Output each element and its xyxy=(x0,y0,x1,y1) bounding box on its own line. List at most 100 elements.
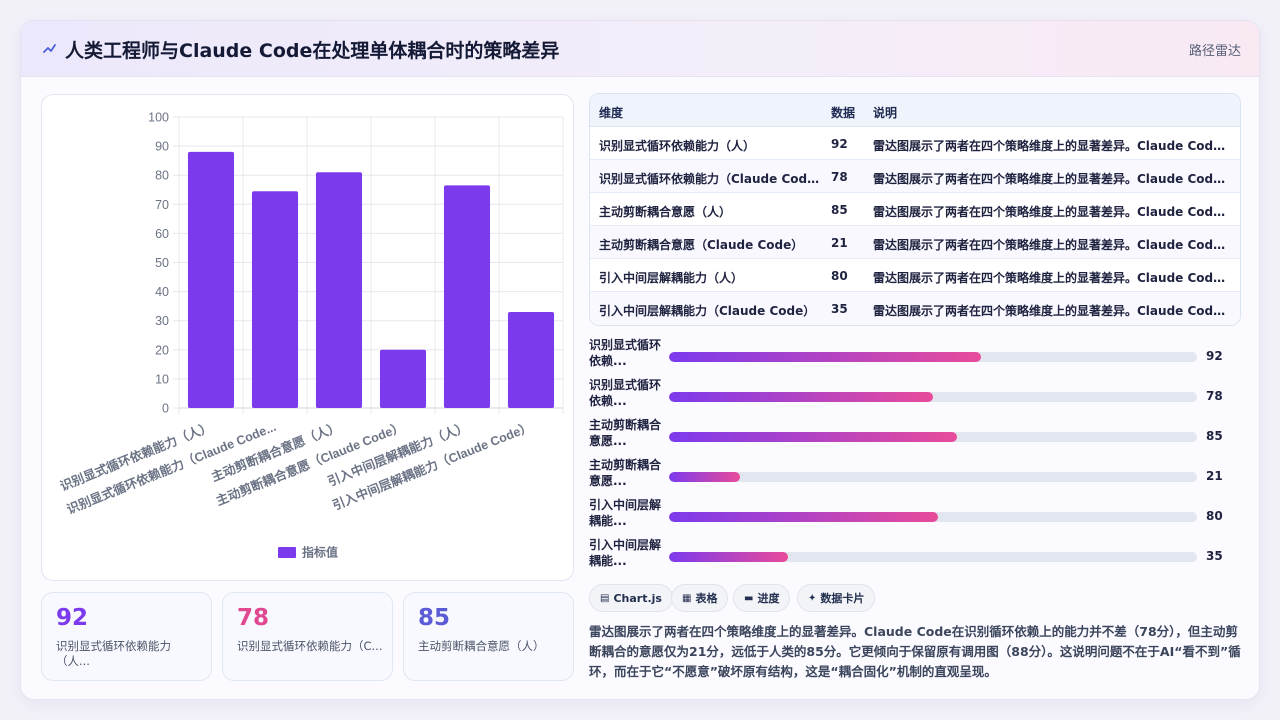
stat-card-3: 85 主动剪断耦合意愿（人） xyxy=(403,592,574,681)
chip-chartjs[interactable]: ▤ Chart.js xyxy=(589,584,673,612)
chart-icon: ▤ xyxy=(600,592,610,604)
bar xyxy=(443,185,491,408)
cell-value: 35 xyxy=(831,302,848,316)
progress-label: 主动剪断耦合意愿... xyxy=(589,458,662,488)
cell-dimension: 引入中间层解耦能力（Claude Code） xyxy=(599,304,816,318)
cell-value: 92 xyxy=(831,137,848,151)
progress-track xyxy=(669,552,1197,562)
progress-fill xyxy=(669,472,741,482)
progress-fill xyxy=(669,512,939,522)
table-header: 维度 数据 说明 xyxy=(590,94,1240,127)
chip-label: Chart.js xyxy=(613,591,662,605)
main-card: 人类工程师与Claude Code在处理单体耦合时的策略差异 路径雷达 0 10 2… xyxy=(20,20,1260,700)
cell-description: 雷达图展示了两者在四个策略维度上的显著差异。Claude Code在... xyxy=(873,271,1231,285)
progress-row: 识别显式循环依赖... 78 xyxy=(589,377,1241,417)
chip-label: 表格 xyxy=(695,592,718,605)
progress-track xyxy=(669,512,1197,522)
data-table: 维度 数据 说明 识别显式循环依赖能力（人） 92 雷达图展示了两者在四个策略维… xyxy=(589,93,1241,326)
cell-description: 雷达图展示了两者在四个策略维度上的显著差异。Claude Code在... xyxy=(873,304,1231,318)
y-tick-label: 70 xyxy=(155,198,169,212)
chip-data-card[interactable]: ✦ 数据卡片 xyxy=(797,584,876,612)
table-row[interactable]: 引入中间层解耦能力（Claude Code） 35 雷达图展示了两者在四个策略维… xyxy=(590,292,1240,325)
y-tick-label: 60 xyxy=(155,227,169,241)
bar xyxy=(507,311,555,408)
progress-value: 85 xyxy=(1206,429,1223,443)
stat-label: 识别显式循环依赖能力（C... xyxy=(237,639,383,653)
y-tick-label: 40 xyxy=(155,285,169,299)
chip-table[interactable]: ▦ 表格 xyxy=(671,584,729,612)
y-tick-label: 90 xyxy=(155,140,169,154)
cell-description: 雷达图展示了两者在四个策略维度上的显著差异。Claude Code在... xyxy=(873,172,1231,186)
cell-value: 21 xyxy=(831,236,848,250)
cell-description: 雷达图展示了两者在四个策略维度上的显著差异。Claude Code在... xyxy=(873,238,1231,252)
progress-track xyxy=(669,432,1197,442)
progress-label: 引入中间层解耦能... xyxy=(589,498,662,528)
stat-value: 92 xyxy=(56,605,89,631)
page-title: 人类工程师与Claude Code在处理单体耦合时的策略差异 xyxy=(65,40,560,62)
column-header-dimension[interactable]: 维度 xyxy=(599,104,623,121)
cell-description: 雷达图展示了两者在四个策略维度上的显著差异。Claude Code在... xyxy=(873,205,1231,219)
stat-label: 识别显式循环依赖能力（人... xyxy=(56,639,171,668)
column-header-data[interactable]: 数据 xyxy=(831,104,855,121)
cell-dimension: 识别显式循环依赖能力（Claude Code... xyxy=(599,172,821,186)
progress-fill xyxy=(669,352,981,362)
bar-chart-panel: 0 10 20 30 40 50 60 70 80 90 100 识别显式循环依赖能力（人） 识别显式循… xyxy=(41,94,574,581)
y-tick-label: 100 xyxy=(148,111,169,125)
legend-swatch xyxy=(278,547,296,558)
column-header-description[interactable]: 说明 xyxy=(873,104,897,121)
sparkle-icon: ✦ xyxy=(808,592,817,604)
progress-row: 引入中间层解耦能... 80 xyxy=(589,497,1241,537)
cell-dimension: 主动剪断耦合意愿（Claude Code） xyxy=(599,238,804,252)
stat-card-2: 78 识别显式循环依赖能力（C... xyxy=(222,592,393,681)
table-row[interactable]: 主动剪断耦合意愿（Claude Code） 21 雷达图展示了两者在四个策略维度… xyxy=(590,226,1240,259)
stat-card-1: 92 识别显式循环依赖能力（人... xyxy=(41,592,212,681)
bar-chart: 0102030405060708090100识别显式循环依赖能力（人）识别显式循… xyxy=(58,111,564,560)
progress-label: 引入中间层解耦能... xyxy=(589,538,662,568)
progress-row: 主动剪断耦合意愿... 21 xyxy=(589,457,1241,497)
bar xyxy=(251,191,299,408)
progress-value: 35 xyxy=(1206,549,1223,563)
progress-icon: ▬ xyxy=(744,592,754,604)
y-tick-label: 20 xyxy=(155,343,169,357)
progress-value: 21 xyxy=(1206,469,1223,483)
progress-value: 80 xyxy=(1206,509,1223,523)
progress-label: 识别显式循环依赖... xyxy=(589,378,662,408)
bar xyxy=(315,172,363,408)
stat-value: 85 xyxy=(418,605,451,631)
progress-value: 92 xyxy=(1206,349,1223,363)
progress-track xyxy=(669,472,1197,482)
bar xyxy=(379,349,427,408)
y-tick-label: 80 xyxy=(155,169,169,183)
table-row[interactable]: 主动剪断耦合意愿（人） 85 雷达图展示了两者在四个策略维度上的显著差异。Cla… xyxy=(590,193,1240,226)
cell-dimension: 主动剪断耦合意愿（人） xyxy=(599,205,732,219)
table-row[interactable]: 识别显式循环依赖能力（人） 92 雷达图展示了两者在四个策略维度上的显著差异。C… xyxy=(590,127,1240,160)
y-tick-label: 50 xyxy=(155,256,169,270)
stat-value: 78 xyxy=(237,605,270,631)
chip-label: 进度 xyxy=(757,592,780,605)
chip-label: 数据卡片 xyxy=(820,592,865,605)
stat-label: 主动剪断耦合意愿（人） xyxy=(418,639,545,653)
progress-value: 78 xyxy=(1206,389,1223,403)
table-row[interactable]: 引入中间层解耦能力（人） 80 雷达图展示了两者在四个策略维度上的显著差异。Cl… xyxy=(590,259,1240,292)
cell-description: 雷达图展示了两者在四个策略维度上的显著差异。Claude Code在... xyxy=(873,139,1231,153)
path-radar-link[interactable]: 路径雷达 xyxy=(1189,40,1241,59)
bar xyxy=(187,151,235,409)
progress-fill xyxy=(669,392,933,402)
cell-dimension: 引入中间层解耦能力（人） xyxy=(599,271,744,285)
table-row[interactable]: 识别显式循环依赖能力（Claude Code... 78 雷达图展示了两者在四个… xyxy=(590,160,1240,193)
cell-value: 80 xyxy=(831,269,848,283)
y-tick-label: 10 xyxy=(155,372,169,386)
progress-fill xyxy=(669,432,957,442)
cell-value: 78 xyxy=(831,170,848,184)
chip-progress[interactable]: ▬ 进度 xyxy=(733,584,791,612)
progress-fill xyxy=(669,552,788,562)
header-bar: 人类工程师与Claude Code在处理单体耦合时的策略差异 路径雷达 xyxy=(21,21,1259,77)
progress-row: 主动剪断耦合意愿... 85 xyxy=(589,417,1241,457)
wave-icon xyxy=(43,44,56,53)
progress-row: 识别显式循环依赖... 92 xyxy=(589,337,1241,377)
table-icon: ▦ xyxy=(682,592,692,604)
y-tick-label: 30 xyxy=(155,314,169,328)
summary-text: 雷达图展示了两者在四个策略维度上的显著差异。Claude Code在识别循环依赖… xyxy=(589,624,1241,679)
cell-value: 85 xyxy=(831,203,848,217)
legend-label: 指标值 xyxy=(302,545,338,560)
